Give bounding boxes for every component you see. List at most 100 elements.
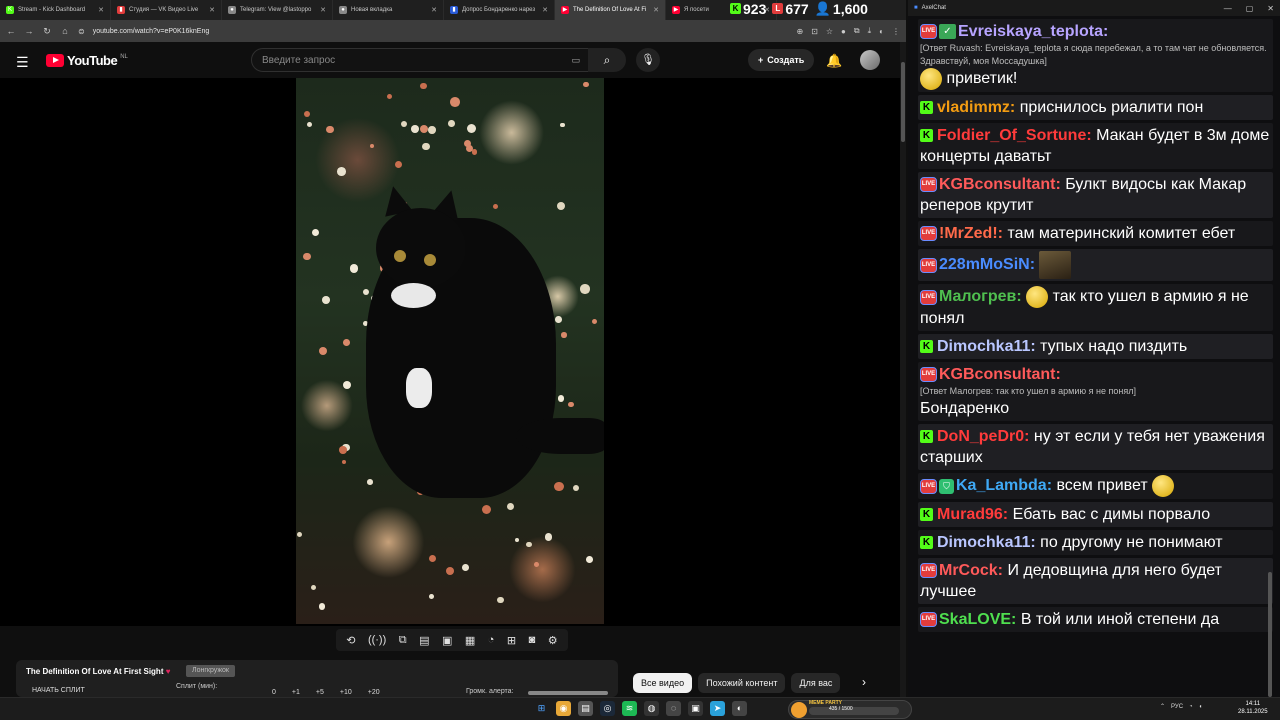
maximize-icon[interactable]: ▢	[1246, 4, 1254, 13]
close-tab-icon[interactable]: ✕	[431, 6, 437, 14]
language-indicator[interactable]: РУС	[1171, 704, 1183, 710]
close-tab-icon[interactable]: ✕	[209, 6, 215, 14]
chat-username[interactable]: Foldier_Of_Sortune:	[937, 127, 1092, 144]
split-value-button[interactable]: 0	[272, 689, 276, 696]
screenshot-camera-icon[interactable]: ◙	[529, 634, 536, 646]
chat-username[interactable]: KGBconsultant:	[939, 176, 1061, 193]
obs-icon[interactable]: ◍	[644, 701, 659, 716]
search-button[interactable]: ⌕	[588, 48, 626, 72]
browser-tab[interactable]: K Stream - Kick Dashboard ✕	[0, 0, 111, 20]
chat-username[interactable]: !MrZed!:	[939, 225, 1003, 242]
chat-username[interactable]: 228mMoSiN:	[939, 256, 1035, 273]
chevron-up-icon[interactable]: ⌃	[1160, 703, 1165, 710]
download-icon[interactable]: ⤓	[868, 26, 872, 36]
filter-chip[interactable]: Для вас	[791, 673, 841, 693]
filter-chip[interactable]: Похожий контент	[698, 673, 786, 693]
scrollbar-thumb[interactable]	[901, 62, 905, 142]
extensions-puzzle-icon[interactable]: ⧉	[854, 26, 860, 36]
video-frame[interactable]	[296, 78, 604, 624]
browser-scrollbar[interactable]	[900, 42, 906, 697]
mic-icon: 🎙	[641, 54, 655, 66]
notifications-bell-icon[interactable]: 🔔	[826, 53, 842, 69]
file-explorer-icon[interactable]: ▤	[578, 701, 593, 716]
chat-username[interactable]: MrCock:	[939, 562, 1003, 579]
chat-username[interactable]: Ka_Lambda:	[956, 477, 1052, 494]
minimize-icon[interactable]: —	[1224, 4, 1232, 13]
extension-icon[interactable]: ●	[841, 27, 846, 36]
app-icon[interactable]: ◌	[666, 701, 681, 716]
url-field[interactable]: youtube.com/watch?v=eP0K16knEng	[93, 28, 789, 35]
browser-tab[interactable]: ▮ Студия — VK Видео Live ✕	[111, 0, 222, 20]
close-icon[interactable]: ✕	[1267, 4, 1274, 13]
close-tab-icon[interactable]: ✕	[542, 6, 548, 14]
picture-in-picture-icon[interactable]: ▣	[442, 634, 452, 647]
wifi-icon[interactable]: ◔	[1189, 704, 1193, 710]
flower	[401, 121, 408, 128]
filter-chip[interactable]: Все видео	[633, 673, 693, 693]
chat-username[interactable]: DoN_peDr0:	[937, 428, 1029, 445]
bookmark-star-icon[interactable]: ☆	[826, 27, 833, 36]
chat-username[interactable]: Dimochka11:	[937, 534, 1036, 551]
spotify-icon[interactable]: ≋	[622, 701, 637, 716]
chat-scrollbar[interactable]	[1268, 572, 1272, 697]
menu-icon[interactable]: ☰	[16, 54, 29, 71]
chat-username[interactable]: vladimmz:	[937, 99, 1015, 116]
windows-start-icon[interactable]: ⊞	[534, 701, 549, 716]
chevron-right-icon[interactable]: ›	[862, 675, 866, 689]
video-player[interactable]	[0, 78, 900, 626]
chat-username[interactable]: Dimochka11:	[937, 338, 1036, 355]
emote-icon	[920, 68, 942, 90]
close-tab-icon[interactable]: ✕	[320, 6, 326, 14]
steam-icon[interactable]: ◎	[600, 701, 615, 716]
profile-icon[interactable]: ◐	[879, 27, 884, 36]
search-input[interactable]: Введите запрос ▭	[251, 48, 591, 72]
avatar[interactable]	[860, 50, 880, 70]
close-tab-icon[interactable]: ✕	[653, 6, 659, 14]
voice-search-button[interactable]: 🎙	[636, 48, 660, 72]
alert-volume-slider[interactable]	[528, 691, 608, 695]
chat-username[interactable]: Murad96:	[937, 506, 1008, 523]
zoom-icon[interactable]: ⊕	[796, 27, 803, 36]
broadcast-icon[interactable]: ((·))	[368, 634, 386, 646]
chat-text: приветик!	[946, 70, 1018, 88]
back-icon[interactable]: ←	[6, 26, 16, 36]
volume-icon[interactable]: ◖	[1199, 704, 1203, 710]
theater-icon[interactable]: ▦	[465, 634, 475, 647]
chat-username[interactable]: KGBconsultant:	[939, 366, 1061, 383]
chat-username[interactable]: Evreiskaya_teplota:	[958, 23, 1108, 40]
home-icon[interactable]: ⌂	[60, 26, 70, 36]
clock[interactable]: 14:11 28.11.2025	[1238, 700, 1268, 716]
telegram-icon[interactable]: ➤	[710, 701, 725, 716]
speed-icon[interactable]: ◔	[488, 634, 495, 646]
split-value-button[interactable]: +1	[292, 689, 300, 696]
browser-tab[interactable]: ▶ The Definition Of Love At Fi ✕	[555, 0, 666, 20]
site-info-icon[interactable]: ⊜	[78, 27, 85, 36]
split-value-button[interactable]: +20	[368, 689, 380, 696]
split-value-button[interactable]: +10	[340, 689, 352, 696]
film-icon[interactable]: ▤	[419, 634, 429, 647]
settings-gear-icon[interactable]: ⚙	[548, 634, 558, 647]
browser-tab[interactable]: ● Новая вкладка ✕	[333, 0, 444, 20]
split-value-button[interactable]: +5	[316, 689, 324, 696]
meme-party-widget[interactable]: MEME PARTY 435 / 1500	[788, 700, 912, 719]
forward-icon[interactable]: →	[24, 26, 34, 36]
chat-text: тупых надо пиздить	[1040, 338, 1188, 355]
browser-tab[interactable]: ● Telegram: View @lastoppo ✕	[222, 0, 333, 20]
menu-dots-icon[interactable]: ⋮	[892, 27, 900, 36]
keyboard-icon[interactable]: ▭	[571, 55, 580, 66]
app-icon[interactable]: ◐	[732, 701, 747, 716]
add-icon[interactable]: ⊞	[507, 634, 516, 647]
app-icon[interactable]: ▣	[688, 701, 703, 716]
youtube-logo[interactable]: YouTube NL	[46, 53, 128, 68]
close-tab-icon[interactable]: ✕	[98, 6, 104, 14]
reload-icon[interactable]: ↻	[42, 26, 52, 37]
browser-tab[interactable]: ▮ Допрос Бондаренко нарез ✕	[444, 0, 555, 20]
create-button[interactable]: + Создать	[748, 49, 815, 71]
loop-icon[interactable]: ⟲	[346, 634, 355, 647]
chat-username[interactable]: SkaLOVE:	[939, 611, 1016, 628]
split-start-button[interactable]: НАЧАТЬ СПЛИТ	[32, 687, 85, 694]
chrome-icon[interactable]: ◉	[556, 701, 571, 716]
install-icon[interactable]: ⊡	[811, 27, 818, 36]
chat-username[interactable]: Малогрев:	[939, 288, 1022, 305]
screen-view-icon[interactable]: ⧉	[399, 634, 407, 647]
